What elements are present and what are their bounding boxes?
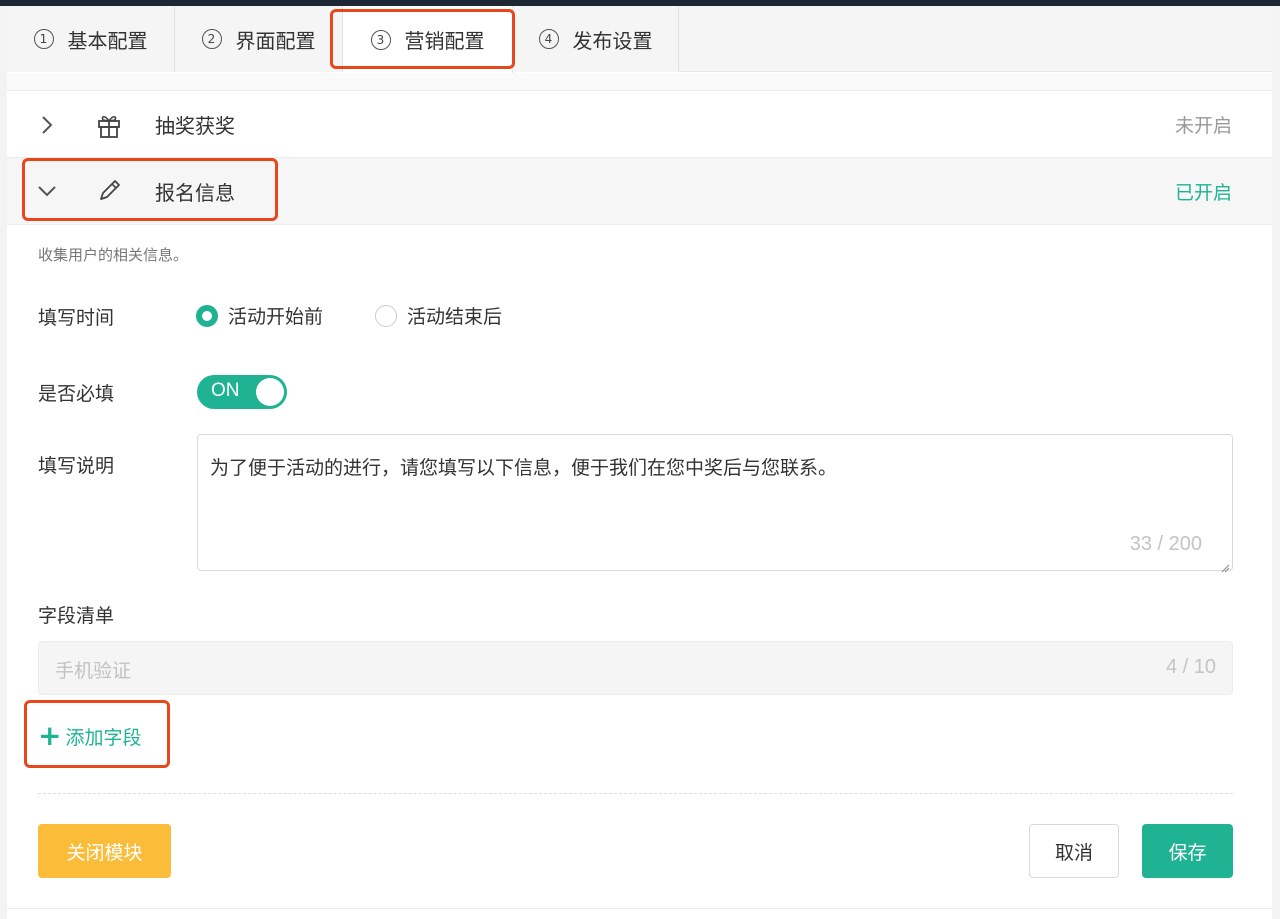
- fields-label: 字段清单: [38, 605, 115, 627]
- radio-before-start[interactable]: 活动开始前: [196, 302, 323, 329]
- char-counter: 33 / 200: [1129, 533, 1202, 555]
- page-gutter-right: [1272, 6, 1280, 919]
- radio-label: 活动开始前: [228, 306, 324, 328]
- tab-ui-config[interactable]: 2 界面配置: [175, 6, 343, 72]
- add-field-label: 添加字段: [65, 726, 142, 749]
- tab-label: 营销配置: [404, 29, 485, 53]
- toggle-knob: [256, 378, 284, 406]
- bottom-divider: [7, 908, 1272, 909]
- radio-unchecked-indicator[interactable]: [375, 304, 398, 327]
- config-tabs: 1 基本配置 2 界面配置 3 营销配置 4 发布设置: [7, 6, 1272, 73]
- instructions-label: 填写说明: [38, 455, 115, 477]
- instructions-textarea[interactable]: 为了便于活动的进行，请您填写以下信息，便于我们在您中奖后与您联系。 33 / 2…: [197, 434, 1233, 573]
- field-name: 手机验证: [55, 660, 132, 682]
- fill-time-radio-group: 活动开始前 活动结束后: [196, 302, 554, 329]
- tab-publish-settings[interactable]: 4 发布设置: [513, 6, 679, 72]
- step-number: 1: [33, 29, 54, 49]
- tab-basic-config[interactable]: 1 基本配置: [7, 6, 175, 72]
- radio-after-end[interactable]: 活动结束后: [375, 302, 502, 329]
- step-number: 2: [201, 29, 222, 49]
- module-description: 收集用户的相关信息。: [38, 246, 189, 264]
- save-button[interactable]: 保存: [1142, 824, 1233, 878]
- add-field-button[interactable]: + 添加字段: [38, 722, 141, 750]
- field-list-item[interactable]: 手机验证 4 / 10: [38, 641, 1233, 695]
- step-number: 4: [538, 29, 559, 49]
- tab-label: 发布设置: [572, 28, 653, 53]
- cancel-button[interactable]: 取消: [1029, 824, 1119, 878]
- step-number: 3: [370, 29, 391, 50]
- pencil-icon: [95, 177, 123, 205]
- field-counter: 4 / 10: [1165, 656, 1216, 678]
- fill-time-label: 填写时间: [38, 307, 115, 329]
- chevron-right-icon[interactable]: [37, 115, 57, 135]
- module-title: 抽奖获奖: [155, 114, 235, 138]
- module-row-lottery[interactable]: 抽奖获奖 未开启: [7, 92, 1272, 158]
- page-gutter-left: [0, 6, 7, 919]
- tab-marketing-config[interactable]: 3 营销配置: [343, 6, 513, 73]
- section-header-strip: [7, 73, 1272, 91]
- tab-label: 界面配置: [235, 28, 316, 53]
- plus-icon: +: [38, 719, 62, 752]
- radio-label: 活动结束后: [407, 306, 503, 328]
- gift-icon: [95, 111, 123, 139]
- chevron-down-icon[interactable]: [37, 181, 57, 201]
- resize-handle-icon[interactable]: [1220, 558, 1230, 573]
- divider: [38, 793, 1233, 794]
- required-toggle[interactable]: ON: [197, 375, 287, 409]
- required-label: 是否必填: [38, 383, 115, 405]
- module-status: 未开启: [1174, 115, 1232, 137]
- close-module-button[interactable]: 关闭模块: [38, 824, 171, 878]
- toggle-state-text: ON: [211, 380, 240, 401]
- radio-checked-indicator[interactable]: [196, 304, 218, 327]
- module-row-signup[interactable]: 报名信息 已开启: [7, 158, 1272, 225]
- module-status: 已开启: [1174, 181, 1232, 204]
- instructions-text: 为了便于活动的进行，请您填写以下信息，便于我们在您中奖后与您联系。: [210, 457, 838, 479]
- tab-label: 基本配置: [67, 28, 148, 53]
- module-title: 报名信息: [155, 180, 235, 205]
